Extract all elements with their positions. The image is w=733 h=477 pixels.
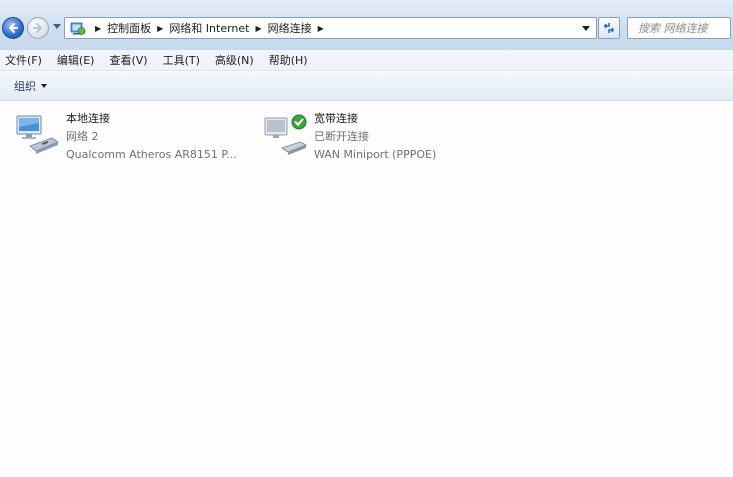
chevron-right-icon[interactable]: ▶ [157, 24, 163, 33]
connections-list: 本地连接 网络 2 Qualcomm Atheros AR8151 P... 宽… [0, 102, 733, 477]
breadcrumb-control-panel[interactable]: 控制面板 [107, 20, 151, 36]
chevron-down-icon [41, 84, 47, 88]
menu-file[interactable]: 文件(F) [5, 52, 42, 68]
connection-item-local[interactable]: 本地连接 网络 2 Qualcomm Atheros AR8151 P... [14, 110, 254, 166]
address-dropdown[interactable] [582, 26, 590, 31]
refresh-icon [604, 23, 614, 33]
connection-status: 网络 2 [66, 130, 99, 143]
connection-status: 已断开连接 [314, 130, 369, 143]
chevron-right-icon[interactable]: ▶ [95, 24, 101, 33]
menu-edit[interactable]: 编辑(E) [57, 52, 95, 68]
breadcrumb-network-connections[interactable]: 网络连接 [268, 20, 312, 36]
connection-device: Qualcomm Atheros AR8151 P... [66, 148, 237, 161]
chevron-right-icon[interactable]: ▶ [318, 24, 324, 33]
organize-button[interactable]: 组织 [14, 78, 47, 94]
network-adapter-icon [16, 115, 59, 154]
broadband-modem-icon [264, 114, 307, 155]
breadcrumb: ▶ 控制面板 ▶ 网络和 Internet ▶ 网络连接 ▶ [93, 18, 330, 38]
control-panel-icon [70, 22, 86, 35]
connection-name: 宽带连接 [314, 112, 358, 125]
breadcrumb-network-internet[interactable]: 网络和 Internet [169, 20, 249, 36]
address-bar[interactable]: ▶ 控制面板 ▶ 网络和 Internet ▶ 网络连接 ▶ [64, 17, 597, 39]
recent-pages-dropdown[interactable] [53, 24, 61, 29]
connection-item-broadband[interactable]: 宽带连接 已断开连接 WAN Miniport (PPPOE) [262, 110, 462, 166]
forward-button[interactable] [27, 17, 49, 39]
chevron-right-icon[interactable]: ▶ [256, 24, 262, 33]
menu-advanced[interactable]: 高级(N) [215, 52, 254, 68]
back-button[interactable] [2, 17, 24, 39]
connection-device: WAN Miniport (PPPOE) [314, 148, 437, 161]
search-input[interactable] [628, 18, 730, 38]
connection-name: 本地连接 [66, 112, 110, 125]
menu-help[interactable]: 帮助(H) [269, 52, 308, 68]
menu-view[interactable]: 查看(V) [109, 52, 147, 68]
search-field[interactable] [627, 17, 731, 39]
refresh-button[interactable] [598, 17, 620, 39]
check-icon [291, 114, 307, 130]
organize-label: 组织 [14, 80, 36, 93]
forward-arrow-icon [33, 23, 42, 33]
back-arrow-icon [9, 23, 18, 33]
command-bar: 组织 [0, 72, 733, 101]
menu-tools[interactable]: 工具(T) [163, 52, 200, 68]
navigation-bar: ▶ 控制面板 ▶ 网络和 Internet ▶ 网络连接 ▶ [0, 0, 733, 50]
menu-bar: 文件(F) 编辑(E) 查看(V) 工具(T) 高级(N) 帮助(H) [0, 50, 733, 71]
